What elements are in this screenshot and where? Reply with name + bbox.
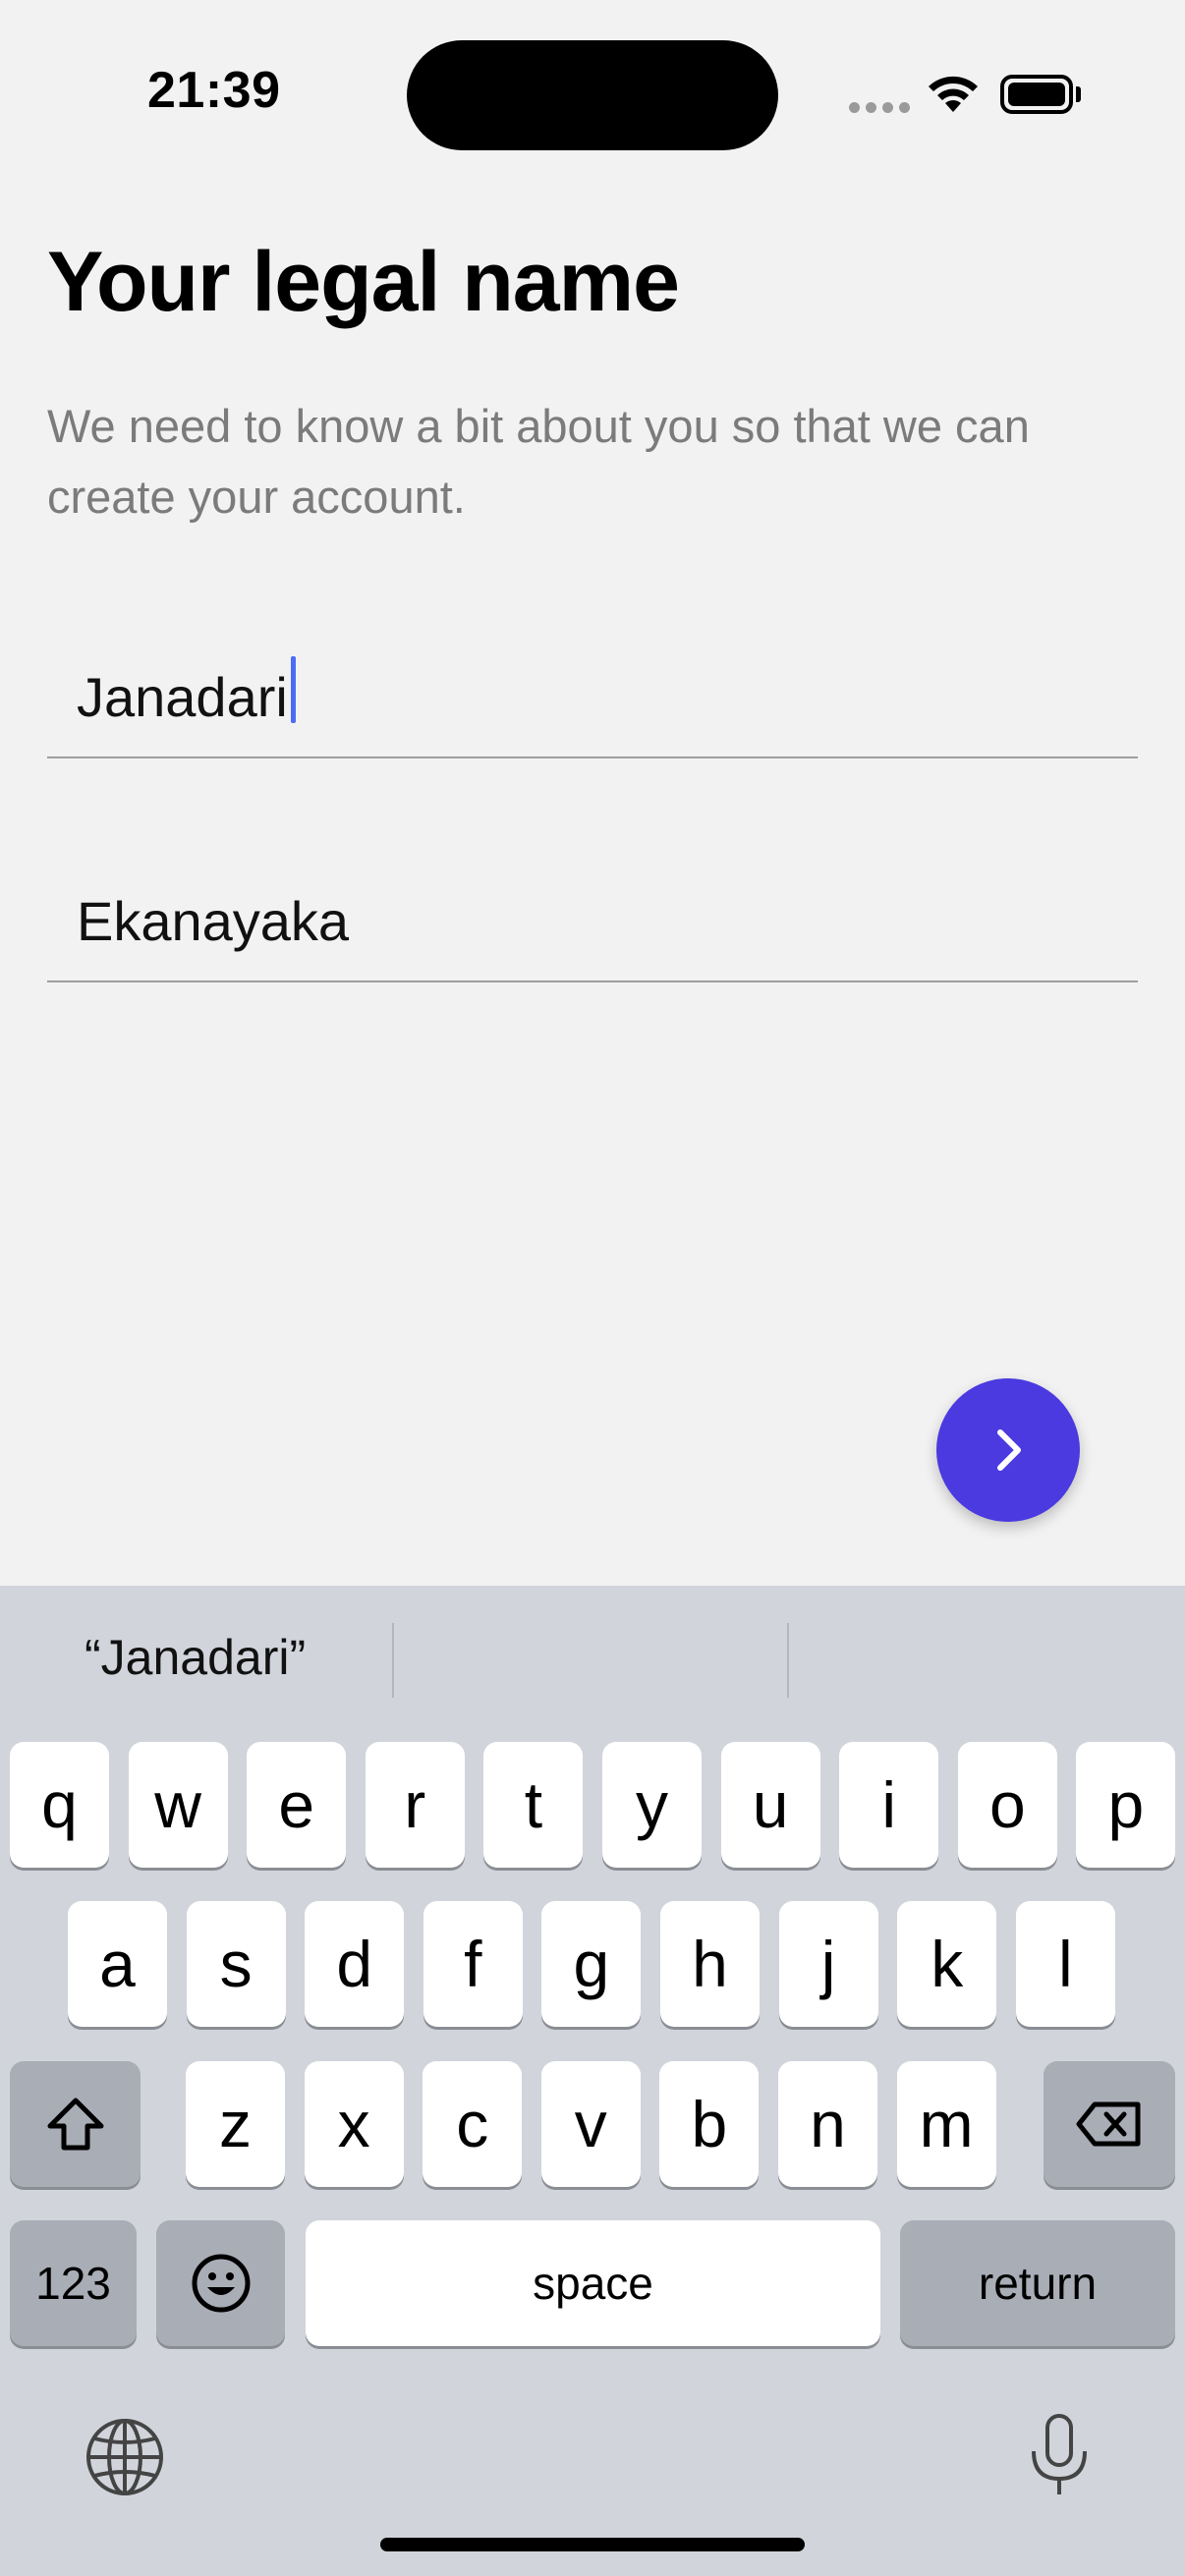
key-j[interactable]: j: [778, 1901, 878, 2027]
key-b[interactable]: b: [659, 2061, 760, 2187]
key-g[interactable]: g: [541, 1901, 642, 2027]
emoji-key[interactable]: [156, 2220, 285, 2346]
key-o[interactable]: o: [957, 1742, 1057, 1868]
shift-icon: [47, 2098, 103, 2151]
wifi-icon: [926, 73, 981, 119]
home-indicator: [380, 2538, 805, 2551]
cellular-signal-icon: [849, 102, 910, 113]
battery-tip: [1076, 86, 1081, 102]
page-title: Your legal name: [47, 235, 680, 329]
key-s[interactable]: s: [186, 1901, 286, 2027]
key-x[interactable]: x: [304, 2061, 404, 2187]
first-name-input[interactable]: [77, 662, 1138, 731]
last-name-input[interactable]: [77, 886, 1138, 955]
key-k[interactable]: k: [897, 1901, 997, 2027]
suggestion-1[interactable]: “Janadari”: [85, 1629, 306, 1686]
suggestion-divider: [392, 1623, 394, 1698]
emoji-icon: [192, 2254, 250, 2313]
key-c[interactable]: c: [423, 2061, 523, 2187]
backspace-icon: [1076, 2101, 1141, 2147]
battery-icon: [1000, 75, 1073, 114]
key-r[interactable]: r: [365, 1742, 465, 1868]
key-w[interactable]: w: [128, 1742, 228, 1868]
key-e[interactable]: e: [247, 1742, 347, 1868]
shift-key[interactable]: [10, 2061, 141, 2187]
key-a[interactable]: a: [68, 1901, 167, 2027]
key-n[interactable]: n: [778, 2061, 877, 2187]
text-caret: [291, 656, 296, 723]
key-u[interactable]: u: [720, 1742, 820, 1868]
last-name-field[interactable]: [47, 872, 1138, 982]
next-button[interactable]: [936, 1378, 1080, 1522]
key-i[interactable]: i: [839, 1742, 939, 1868]
page-subtitle: We need to know a bit about you so that …: [47, 400, 1030, 523]
dynamic-island: [407, 40, 778, 150]
suggestion-divider: [787, 1623, 789, 1698]
key-t[interactable]: t: [483, 1742, 584, 1868]
key-q[interactable]: q: [10, 1742, 109, 1868]
key-v[interactable]: v: [540, 2061, 641, 2187]
key-m[interactable]: m: [896, 2061, 996, 2187]
key-l[interactable]: l: [1015, 1901, 1115, 2027]
key-h[interactable]: h: [660, 1901, 760, 2027]
key-p[interactable]: p: [1076, 1742, 1176, 1868]
status-time: 21:39: [147, 62, 281, 119]
first-name-field[interactable]: [47, 648, 1138, 758]
key-y[interactable]: y: [602, 1742, 702, 1868]
chevron-right-icon: [997, 1429, 1021, 1471]
globe-icon[interactable]: [85, 2417, 165, 2502]
key-f[interactable]: f: [423, 1901, 523, 2027]
numbers-key[interactable]: 123: [10, 2220, 137, 2346]
microphone-icon[interactable]: [1026, 2412, 1093, 2503]
key-z[interactable]: z: [186, 2061, 285, 2187]
key-d[interactable]: d: [305, 1901, 405, 2027]
space-key[interactable]: space: [306, 2220, 880, 2346]
delete-key[interactable]: [1044, 2061, 1175, 2187]
return-key[interactable]: return: [900, 2220, 1175, 2346]
